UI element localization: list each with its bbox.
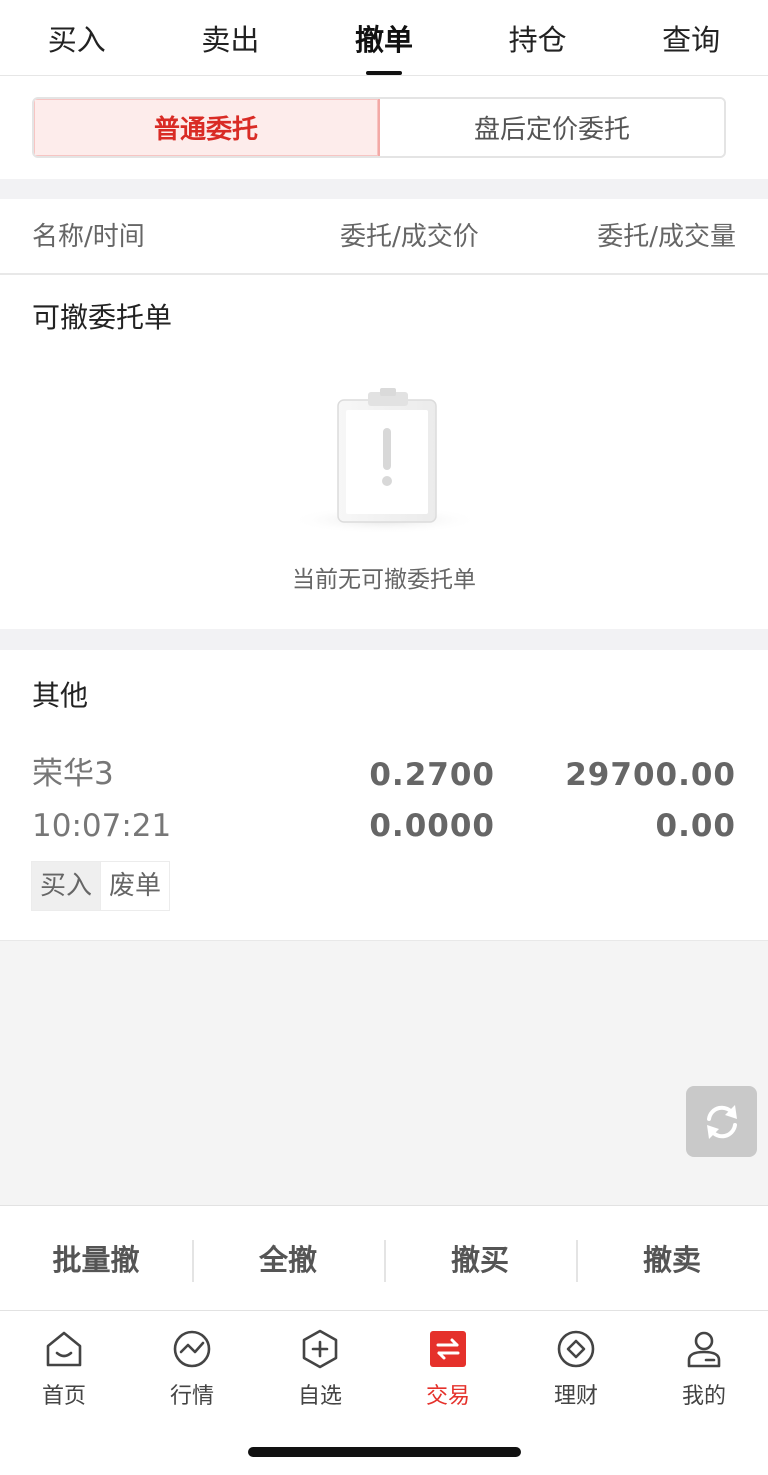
tab-query-label: 查询 [662, 22, 721, 57]
header-name-time: 名称/时间 [32, 222, 145, 252]
deal-price: 0.0000 [369, 808, 495, 844]
order-stock-name: 荣华3 [32, 756, 114, 792]
nav-home[interactable]: 首页 [0, 1312, 128, 1422]
tab-buy[interactable]: 买入 [0, 0, 154, 75]
home-indicator[interactable] [248, 1447, 521, 1457]
normal-order-segment[interactable]: 普通委托 [34, 99, 380, 156]
watchlist-icon [302, 1329, 338, 1369]
deal-volume: 0.00 [655, 808, 736, 844]
status-badge: 废单 [100, 861, 171, 911]
table-header: 名称/时间 委托/成交价 委托/成交量 [0, 199, 768, 275]
tab-sell[interactable]: 卖出 [154, 0, 308, 75]
nav-trade-label: 交易 [425, 1384, 470, 1409]
bottom-nav: 首页 行情 自选 交易 理财 我的 [0, 1312, 768, 1422]
empty-clipboard-icon [289, 388, 481, 534]
empty-state-text: 当前无可撤委托单 [292, 567, 476, 593]
nav-profile[interactable]: 我的 [640, 1312, 768, 1422]
side-badge: 买入 [31, 861, 101, 911]
home-icon [46, 1331, 82, 1367]
wealth-icon [557, 1330, 595, 1368]
header-volume: 委托/成交量 [597, 222, 736, 252]
section-divider [0, 629, 768, 650]
nav-home-label: 首页 [41, 1384, 86, 1409]
tab-cancel-order[interactable]: 撤单 [307, 0, 461, 75]
cancel-buy-button[interactable]: 撤买 [384, 1206, 576, 1310]
market-icon [173, 1330, 211, 1368]
empty-list-area [0, 940, 768, 1205]
refresh-button[interactable] [686, 1086, 757, 1157]
nav-market[interactable]: 行情 [128, 1312, 256, 1422]
section-divider [0, 179, 768, 199]
tab-cancel-order-label: 撤单 [354, 22, 413, 57]
profile-icon [687, 1331, 721, 1368]
tab-positions[interactable]: 持仓 [461, 0, 615, 75]
tab-buy-label: 买入 [47, 22, 106, 57]
header-price: 委托/成交价 [340, 222, 479, 252]
nav-watchlist[interactable]: 自选 [256, 1312, 384, 1422]
after-hours-order-segment[interactable]: 盘后定价委托 [380, 99, 724, 156]
top-tab-bar: 买入 卖出 撤单 持仓 查询 [0, 0, 768, 76]
action-bar: 批量撤 全撤 撤买 撤卖 [0, 1205, 768, 1311]
active-tab-indicator [365, 71, 402, 75]
nav-profile-label: 我的 [681, 1384, 726, 1409]
cancel-all-button[interactable]: 全撤 [192, 1206, 384, 1310]
nav-wealth[interactable]: 理财 [512, 1312, 640, 1422]
order-time: 10:07:21 [32, 808, 172, 844]
tab-query[interactable]: 查询 [614, 0, 768, 75]
nav-trade[interactable]: 交易 [384, 1312, 512, 1422]
batch-cancel-button[interactable]: 批量撤 [0, 1206, 192, 1310]
cancellable-section-title: 可撤委托单 [32, 301, 173, 334]
cancel-sell-button[interactable]: 撤卖 [576, 1206, 768, 1310]
order-tags: 买入 废单 [31, 861, 171, 911]
trade-icon [430, 1331, 466, 1367]
tab-sell-label: 卖出 [201, 22, 260, 57]
order-price: 0.2700 [369, 757, 495, 793]
nav-watchlist-label: 自选 [297, 1384, 342, 1409]
tab-positions-label: 持仓 [508, 22, 567, 57]
order-type-segmented: 普通委托 盘后定价委托 [32, 97, 726, 158]
nav-market-label: 行情 [169, 1384, 214, 1409]
other-section-title: 其他 [32, 679, 89, 712]
nav-wealth-label: 理财 [553, 1384, 598, 1409]
refresh-icon [706, 1104, 737, 1139]
order-volume: 29700.00 [565, 757, 736, 793]
